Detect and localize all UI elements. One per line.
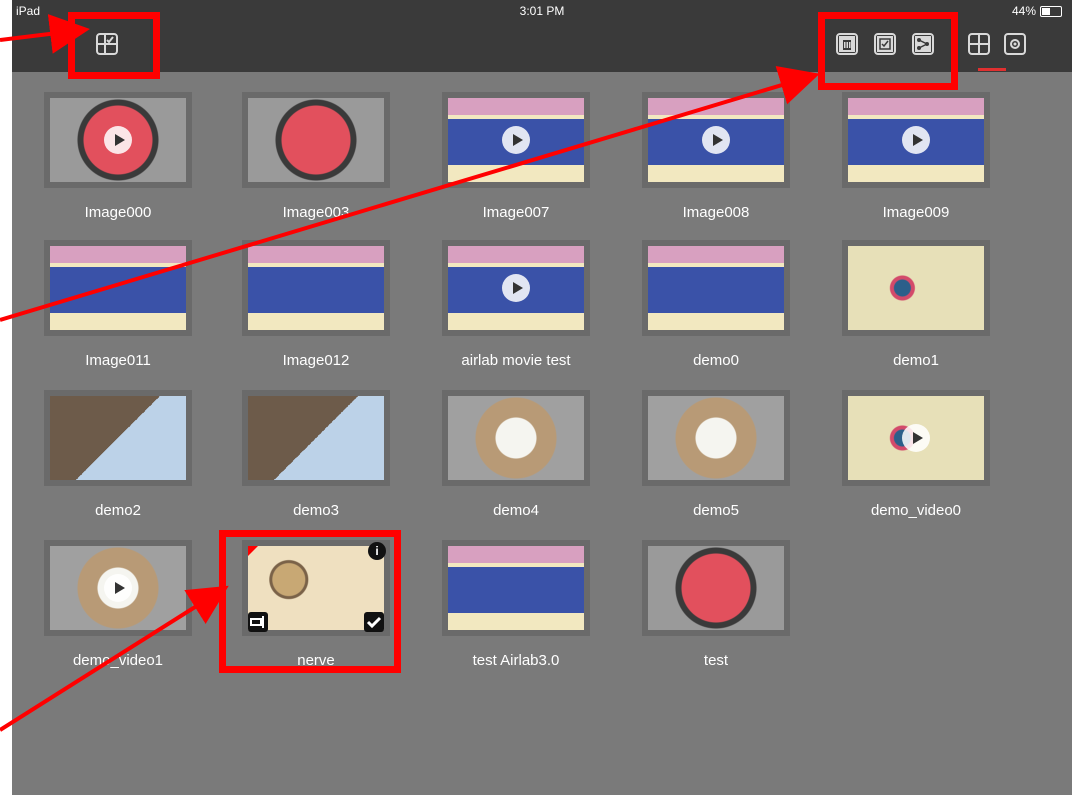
gallery-item[interactable]: test Airlab3.0 — [442, 540, 590, 680]
thumbnail-image — [448, 396, 584, 480]
thumbnail-image — [648, 246, 784, 330]
item-caption: demo2 — [95, 502, 141, 519]
item-caption: demo0 — [693, 352, 739, 369]
battery-icon — [1040, 5, 1062, 17]
thumbnail-frame — [442, 240, 590, 336]
item-caption: demo4 — [493, 502, 539, 519]
item-caption: Image000 — [84, 204, 152, 221]
thumbnail-image — [248, 396, 384, 480]
thumbnail-frame — [642, 240, 790, 336]
annotation-box-actions — [818, 12, 958, 90]
thumbnail-image — [648, 396, 784, 480]
play-icon — [502, 126, 530, 154]
thumbnail-frame — [442, 92, 590, 188]
thumbnail-frame — [642, 390, 790, 486]
thumbnail-image — [448, 546, 584, 630]
gallery-item[interactable]: Image000 — [44, 92, 192, 232]
thumbnail-image — [248, 98, 384, 182]
gallery-item[interactable]: Image008 — [642, 92, 790, 232]
item-caption: test Airlab3.0 — [472, 652, 560, 669]
item-caption: demo_video0 — [870, 502, 962, 519]
gallery-item[interactable]: Image007 — [442, 92, 590, 232]
gallery-item[interactable]: demo2 — [44, 390, 192, 530]
gallery-item[interactable]: Image012 — [242, 240, 390, 380]
item-caption: Image012 — [282, 352, 350, 369]
thumbnail-frame — [642, 540, 790, 636]
gallery-item[interactable]: airlab movie test — [442, 240, 590, 380]
battery-indicator: 44% — [1012, 4, 1062, 18]
gallery-item[interactable]: Image003 — [242, 92, 390, 232]
item-caption: demo3 — [293, 502, 339, 519]
active-view-underline — [978, 68, 1006, 71]
camera-view-button[interactable] — [1004, 33, 1026, 55]
gallery-item[interactable]: demo3 — [242, 390, 390, 530]
gallery-item[interactable]: Image011 — [44, 240, 192, 380]
thumbnail-image — [50, 246, 186, 330]
thumbnail-frame — [242, 390, 390, 486]
thumbnail-frame — [842, 240, 990, 336]
item-caption: demo1 — [893, 352, 939, 369]
item-caption: demo5 — [693, 502, 739, 519]
grid-view-icon — [970, 35, 988, 53]
thumbnail-image — [648, 546, 784, 630]
thumbnail-frame — [842, 390, 990, 486]
app-screen: iPad 3:01 PM 44% Image000 Image003 Image… — [12, 0, 1072, 795]
gallery-item[interactable]: test — [642, 540, 790, 680]
thumbnail-frame — [842, 92, 990, 188]
thumbnail-frame — [642, 92, 790, 188]
play-icon — [502, 274, 530, 302]
thumbnail-frame — [442, 540, 590, 636]
item-caption: Image007 — [482, 204, 550, 221]
item-caption: test — [703, 652, 729, 669]
thumbnail-image — [848, 246, 984, 330]
thumbnail-frame — [442, 390, 590, 486]
thumbnail-frame — [44, 540, 192, 636]
gallery-item[interactable]: demo5 — [642, 390, 790, 530]
play-icon — [104, 126, 132, 154]
thumbnail-frame — [242, 92, 390, 188]
item-caption: Image011 — [85, 352, 151, 369]
gallery-item[interactable]: demo1 — [842, 240, 990, 380]
gallery-item[interactable]: demo_video1 — [44, 540, 192, 680]
thumbnail-image — [50, 396, 186, 480]
gallery-item[interactable]: demo0 — [642, 240, 790, 380]
gallery-item[interactable]: demo4 — [442, 390, 590, 530]
thumbnail-frame — [44, 92, 192, 188]
grid-view-button[interactable] — [968, 33, 990, 55]
thumbnail-frame — [44, 240, 192, 336]
battery-percent: 44% — [1011, 4, 1036, 18]
gallery-item[interactable]: Image009 — [842, 92, 990, 232]
gallery-item[interactable]: demo_video0 — [842, 390, 990, 530]
item-caption: Image008 — [682, 204, 750, 221]
thumbnail-frame — [44, 390, 192, 486]
play-icon — [702, 126, 730, 154]
item-caption: airlab movie test — [461, 352, 571, 369]
thumbnail-image — [248, 246, 384, 330]
item-caption: Image003 — [282, 204, 350, 221]
thumbnail-frame — [242, 240, 390, 336]
annotation-box-selected-item — [219, 530, 401, 673]
play-icon — [104, 574, 132, 602]
item-caption: Image009 — [882, 204, 950, 221]
play-icon — [902, 424, 930, 452]
play-icon — [902, 126, 930, 154]
camera-view-icon — [1010, 39, 1020, 49]
annotation-box-select — [68, 12, 160, 79]
item-caption: demo_video1 — [72, 652, 164, 669]
